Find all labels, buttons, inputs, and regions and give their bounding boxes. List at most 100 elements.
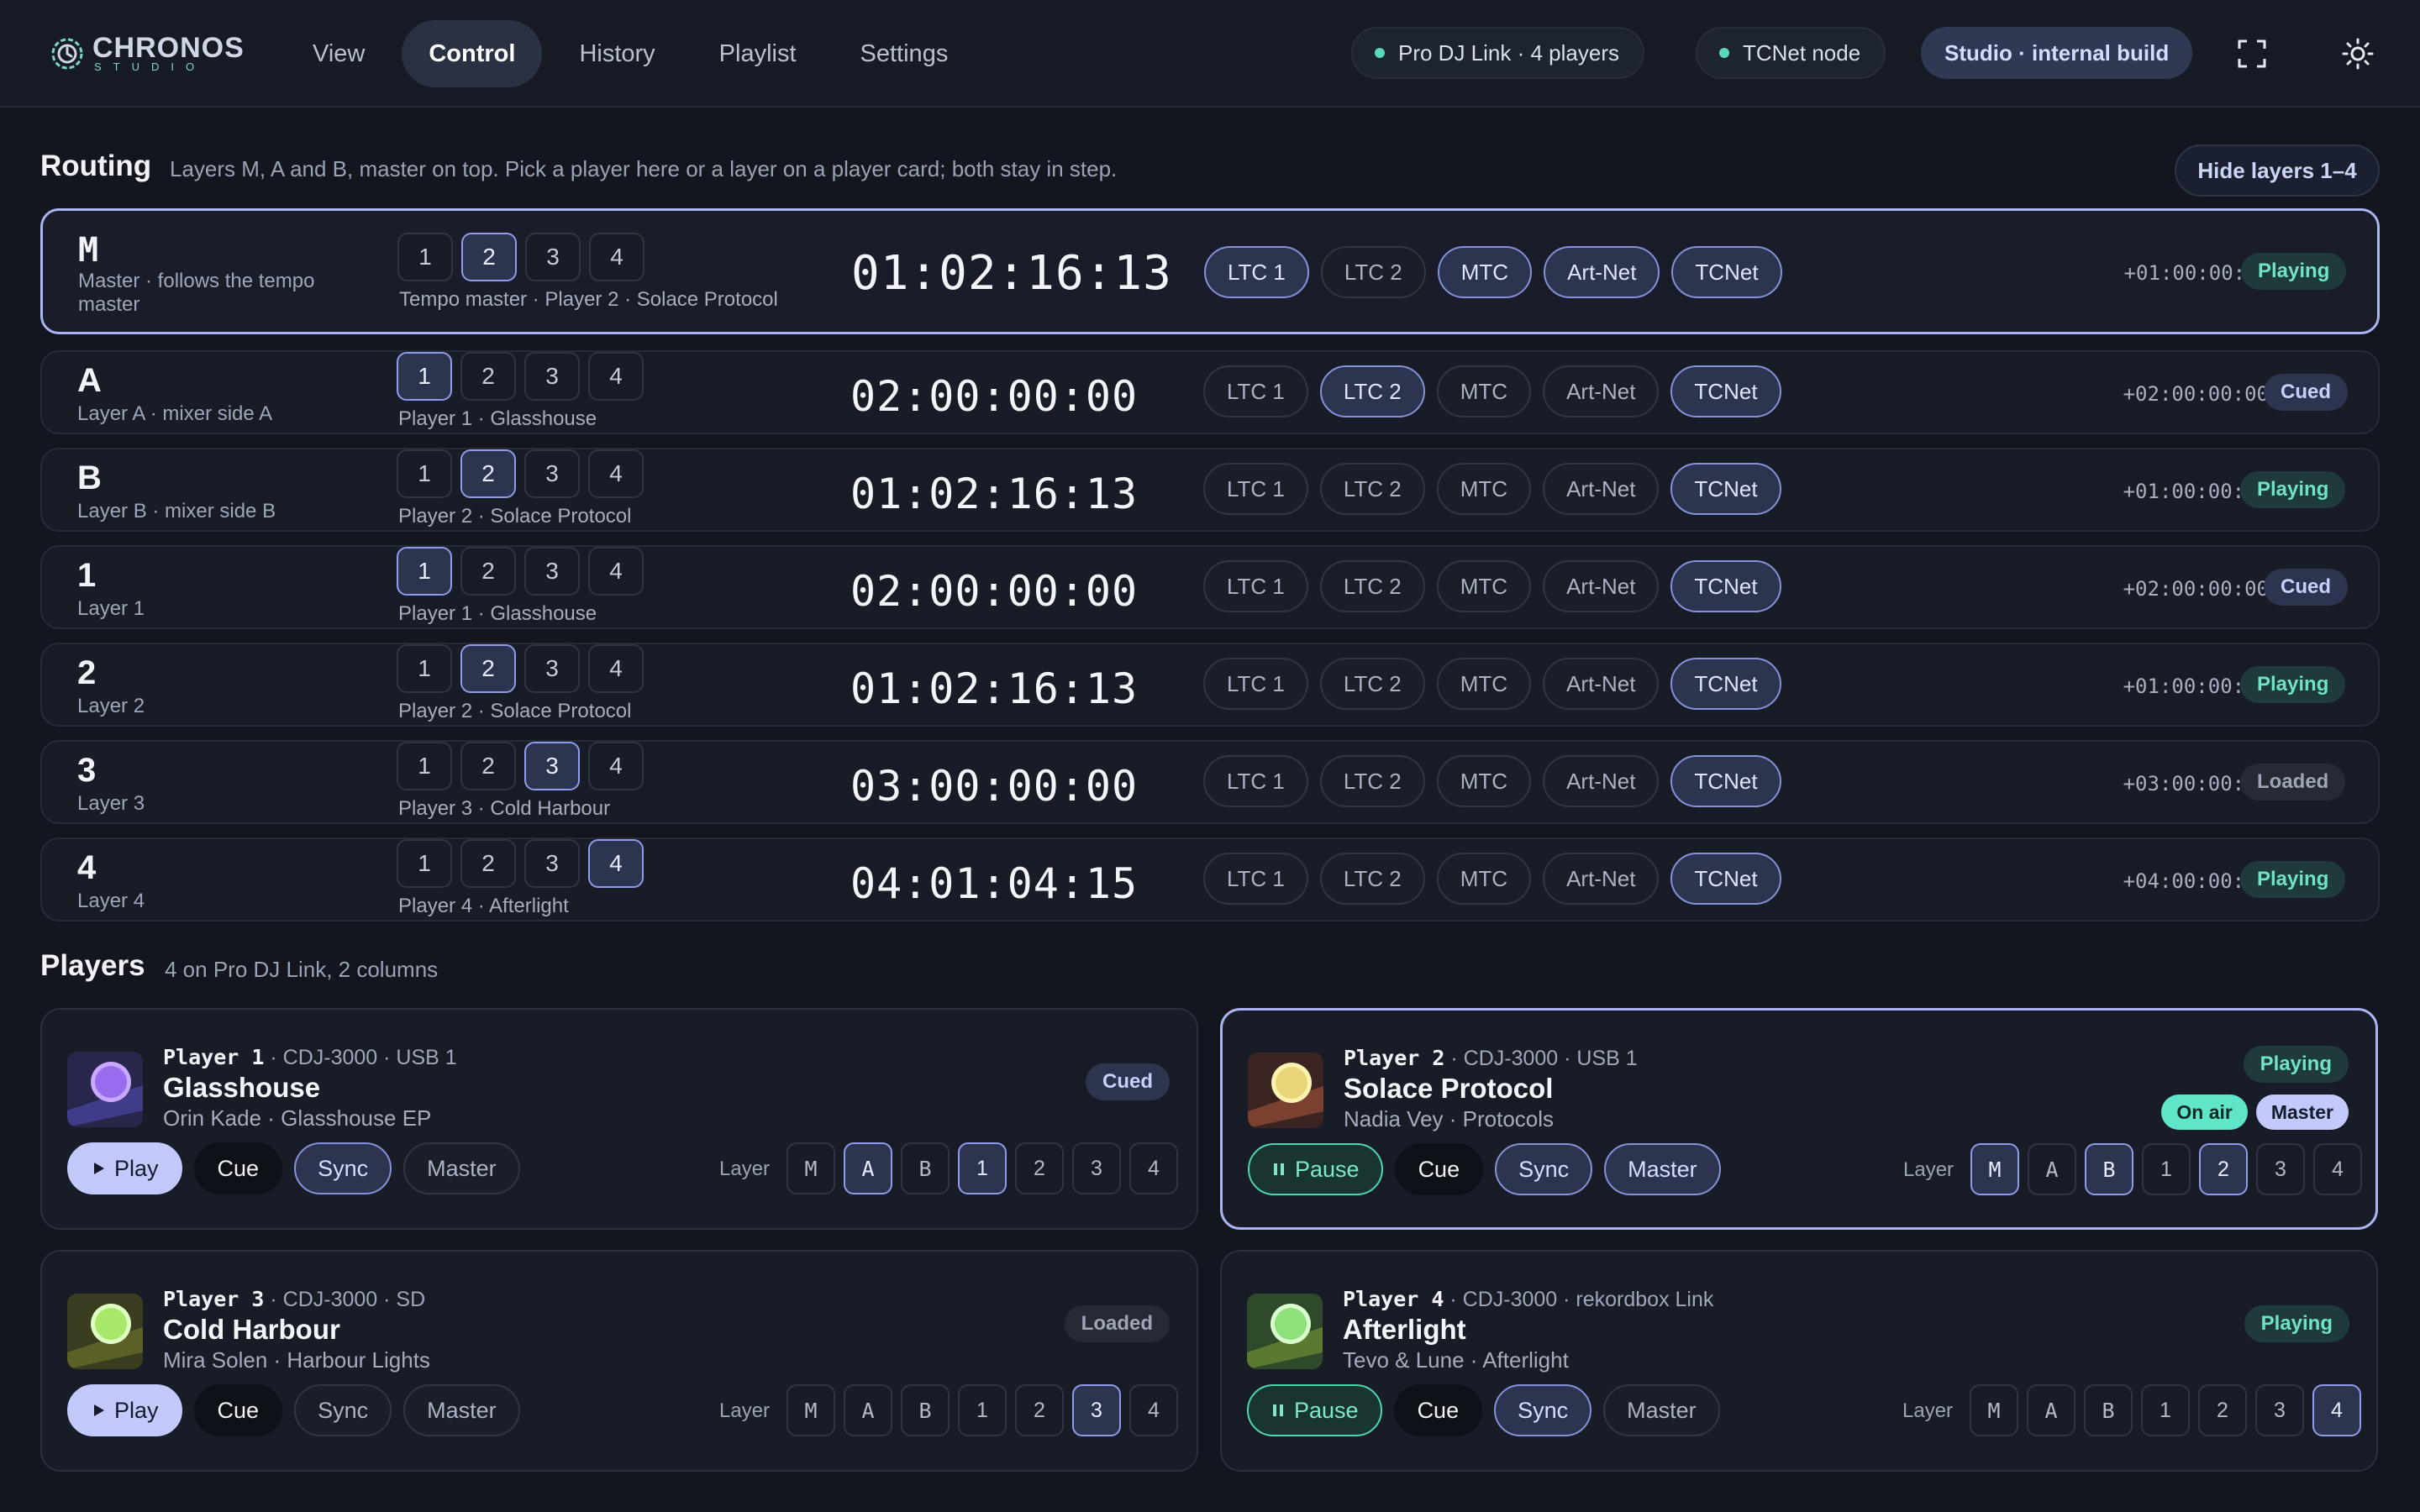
- sync-button[interactable]: Sync: [1495, 1143, 1593, 1195]
- prodj-link-status[interactable]: Pro DJ Link · 4 players: [1351, 27, 1644, 79]
- tab-view[interactable]: View: [286, 20, 392, 87]
- layer-toggle-3[interactable]: 3: [2255, 1384, 2304, 1436]
- player-select-3[interactable]: 3: [524, 449, 580, 498]
- player-select-2[interactable]: 2: [460, 742, 516, 790]
- hide-layers-button[interactable]: Hide layers 1–4: [2175, 144, 2380, 197]
- output-ltc-2[interactable]: LTC 2: [1319, 755, 1425, 807]
- output-mtc[interactable]: MTC: [1437, 246, 1533, 298]
- tab-history[interactable]: History: [552, 20, 681, 87]
- player-select-2[interactable]: 2: [460, 839, 516, 888]
- output-tcnet[interactable]: TCNet: [1670, 463, 1781, 515]
- player-select-4[interactable]: 4: [588, 449, 644, 498]
- routing-row-4[interactable]: 4 Layer 4 1 2 3 4 Player 4 · Afterlight 04:01:0…: [40, 837, 2380, 921]
- layer-toggle-4[interactable]: 4: [2312, 1384, 2361, 1436]
- routing-row-1[interactable]: 1 Layer 1 1 2 3 4 Player 1 · Glasshouse 02:00:0…: [40, 545, 2380, 629]
- output-mtc[interactable]: MTC: [1436, 463, 1532, 515]
- master-button[interactable]: Master: [1604, 1143, 1721, 1195]
- layer-toggle-2[interactable]: 2: [1015, 1384, 1064, 1436]
- sync-button[interactable]: Sync: [294, 1142, 392, 1194]
- player-select-2[interactable]: 2: [460, 547, 516, 596]
- layer-toggle-a[interactable]: A: [844, 1142, 892, 1194]
- output-tcnet[interactable]: TCNet: [1671, 246, 1782, 298]
- fullscreen-button[interactable]: [2232, 34, 2272, 74]
- routing-row-b[interactable]: B Layer B · mixer side B 1 2 3 4 Player 2 · So…: [40, 448, 2380, 532]
- play-button[interactable]: Play: [67, 1384, 182, 1436]
- output-art-net[interactable]: Art-Net: [1543, 755, 1660, 807]
- master-button[interactable]: Master: [403, 1384, 520, 1436]
- output-ltc-1[interactable]: LTC 1: [1203, 463, 1308, 515]
- layer-toggle-2[interactable]: 2: [2198, 1384, 2247, 1436]
- player-card-2[interactable]: Player 2 · CDJ-3000 · USB 1 Solace Protoc…: [1220, 1008, 2378, 1230]
- routing-row-3[interactable]: 3 Layer 3 1 2 3 4 Player 3 · Cold Harbour 03:00…: [40, 740, 2380, 824]
- player-select-4[interactable]: 4: [588, 644, 644, 693]
- layer-toggle-m[interactable]: M: [1970, 1143, 2019, 1195]
- output-art-net[interactable]: Art-Net: [1544, 246, 1660, 298]
- player-select-2[interactable]: 2: [460, 644, 516, 693]
- layer-toggle-2[interactable]: 2: [1015, 1142, 1064, 1194]
- play-button[interactable]: Play: [67, 1142, 182, 1194]
- player-select-2[interactable]: 2: [461, 233, 517, 281]
- player-select-4[interactable]: 4: [589, 233, 644, 281]
- output-tcnet[interactable]: TCNet: [1670, 658, 1781, 710]
- output-tcnet[interactable]: TCNet: [1670, 755, 1781, 807]
- routing-row-2[interactable]: 2 Layer 2 1 2 3 4 Player 2 · Solace Protocol 01…: [40, 643, 2380, 727]
- sync-button[interactable]: Sync: [1494, 1384, 1592, 1436]
- layer-toggle-m[interactable]: M: [786, 1142, 835, 1194]
- player-select-4[interactable]: 4: [588, 839, 644, 888]
- output-mtc[interactable]: MTC: [1436, 560, 1532, 612]
- player-select-1[interactable]: 1: [397, 233, 453, 281]
- pause-button[interactable]: Pause: [1247, 1384, 1382, 1436]
- output-ltc-2[interactable]: LTC 2: [1319, 463, 1425, 515]
- player-select-1[interactable]: 1: [397, 839, 452, 888]
- output-ltc-1[interactable]: LTC 1: [1203, 560, 1308, 612]
- output-ltc-2[interactable]: LTC 2: [1319, 365, 1425, 417]
- player-select-4[interactable]: 4: [588, 742, 644, 790]
- output-ltc-2[interactable]: LTC 2: [1320, 246, 1426, 298]
- layer-toggle-1[interactable]: 1: [2142, 1143, 2191, 1195]
- tab-control[interactable]: Control: [402, 20, 543, 87]
- layer-toggle-b[interactable]: B: [2084, 1384, 2133, 1436]
- layer-toggle-m[interactable]: M: [1970, 1384, 2018, 1436]
- layer-toggle-a[interactable]: A: [844, 1384, 892, 1436]
- output-tcnet[interactable]: TCNet: [1670, 365, 1781, 417]
- routing-row-m[interactable]: M Master · follows the tempo master 1 2 3 4 Te…: [40, 208, 2380, 334]
- player-select-1[interactable]: 1: [397, 547, 452, 596]
- app-logo[interactable]: CHRONOS STUDIO: [50, 34, 244, 74]
- layer-toggle-1[interactable]: 1: [958, 1142, 1007, 1194]
- output-art-net[interactable]: Art-Net: [1543, 560, 1660, 612]
- layer-toggle-b[interactable]: B: [901, 1384, 950, 1436]
- cue-button[interactable]: Cue: [193, 1142, 283, 1194]
- player-select-2[interactable]: 2: [460, 352, 516, 401]
- layer-toggle-4[interactable]: 4: [1129, 1142, 1178, 1194]
- master-button[interactable]: Master: [403, 1142, 520, 1194]
- output-ltc-2[interactable]: LTC 2: [1319, 853, 1425, 905]
- build-badge[interactable]: Studio · internal build: [1921, 27, 2193, 79]
- layer-toggle-2[interactable]: 2: [2199, 1143, 2248, 1195]
- layer-toggle-m[interactable]: M: [786, 1384, 835, 1436]
- layer-toggle-1[interactable]: 1: [2141, 1384, 2190, 1436]
- output-art-net[interactable]: Art-Net: [1543, 365, 1660, 417]
- player-select-3[interactable]: 3: [525, 233, 581, 281]
- layer-toggle-b[interactable]: B: [2085, 1143, 2133, 1195]
- output-ltc-1[interactable]: LTC 1: [1203, 755, 1308, 807]
- tab-playlist[interactable]: Playlist: [692, 20, 823, 87]
- player-card-1[interactable]: Player 1 · CDJ-3000 · USB 1 Glasshouse Ori…: [40, 1008, 1198, 1230]
- player-select-3[interactable]: 3: [524, 644, 580, 693]
- player-select-3[interactable]: 3: [524, 742, 580, 790]
- layer-toggle-3[interactable]: 3: [1072, 1384, 1121, 1436]
- layer-toggle-4[interactable]: 4: [2313, 1143, 2362, 1195]
- cue-button[interactable]: Cue: [193, 1384, 283, 1436]
- output-ltc-1[interactable]: LTC 1: [1203, 658, 1308, 710]
- tab-settings[interactable]: Settings: [834, 20, 976, 87]
- player-select-4[interactable]: 4: [588, 547, 644, 596]
- master-button[interactable]: Master: [1603, 1384, 1720, 1436]
- output-ltc-2[interactable]: LTC 2: [1319, 658, 1425, 710]
- output-mtc[interactable]: MTC: [1436, 853, 1532, 905]
- output-ltc-2[interactable]: LTC 2: [1319, 560, 1425, 612]
- player-select-1[interactable]: 1: [397, 352, 452, 401]
- theme-toggle-button[interactable]: [2338, 34, 2378, 74]
- routing-row-a[interactable]: A Layer A · mixer side A 1 2 3 4 Player 1 · Gl…: [40, 350, 2380, 434]
- output-art-net[interactable]: Art-Net: [1543, 853, 1660, 905]
- output-mtc[interactable]: MTC: [1436, 658, 1532, 710]
- output-ltc-1[interactable]: LTC 1: [1203, 853, 1308, 905]
